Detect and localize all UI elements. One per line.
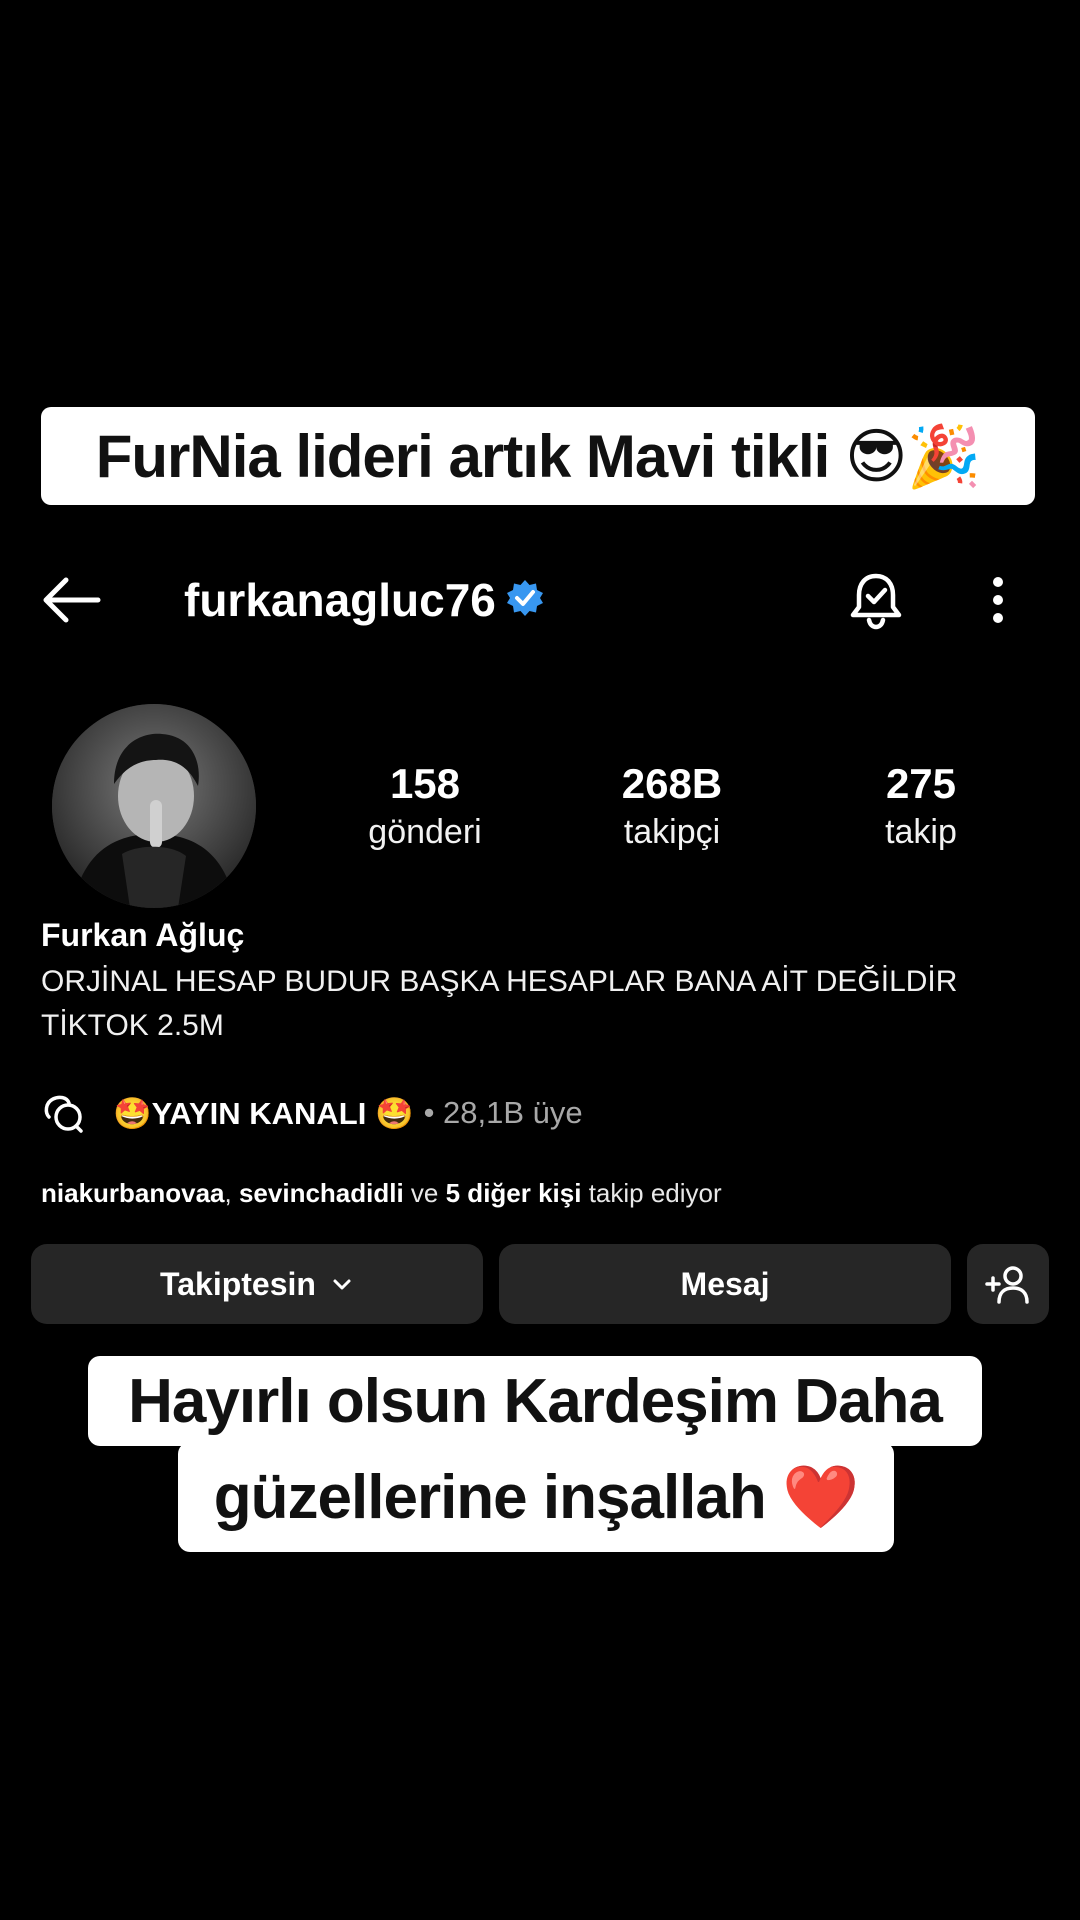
following-button[interactable]: Takiptesin: [31, 1244, 483, 1324]
add-person-icon: [985, 1266, 1029, 1304]
followed-by-suffix: takip ediyor: [581, 1178, 722, 1208]
caption-top: FurNia lideri artık Mavi tikli 😎🎉: [41, 407, 1035, 505]
bio-line: ORJİNAL HESAP BUDUR BAŞKA HESAPLAR BANA …: [41, 965, 958, 998]
stat-posts[interactable]: 158 gönderi: [315, 758, 535, 854]
followed-by-user[interactable]: niakurbanovaa: [41, 1178, 225, 1208]
bio: ORJİNAL HESAP BUDUR BAŞKA HESAPLAR BANA …: [41, 960, 957, 1048]
stat-following[interactable]: 275 takip: [811, 758, 1031, 854]
followed-by-separator: ,: [224, 1178, 239, 1208]
full-name: Furkan Ağluç: [41, 917, 245, 953]
back-arrow-icon[interactable]: [38, 572, 104, 628]
bell-icon[interactable]: [846, 570, 906, 630]
followed-by-user[interactable]: sevinchadidli: [239, 1178, 404, 1208]
followed-by-others[interactable]: 5 diğer kişi: [446, 1178, 582, 1208]
following-button-label: Takiptesin: [160, 1265, 316, 1302]
suggest-people-button[interactable]: [967, 1244, 1049, 1324]
caption-bottom-line1: Hayırlı olsun Kardeşim Daha: [88, 1356, 982, 1446]
channel-chat-icon: [44, 1095, 83, 1133]
avatar[interactable]: [52, 704, 256, 908]
message-button[interactable]: Mesaj: [499, 1244, 951, 1324]
followed-by[interactable]: niakurbanovaa, sevinchadidli ve 5 diğer …: [41, 1178, 722, 1209]
caption-bottom-text: Hayırlı olsun Kardeşim Daha: [128, 1366, 943, 1436]
broadcast-channel[interactable]: 🤩YAYIN KANALI 🤩 • 28,1B üye: [41, 1088, 583, 1138]
more-vertical-icon[interactable]: [978, 572, 1018, 628]
stat-following-value: 275: [885, 760, 957, 807]
caption-bottom-line2: güzellerine inşallah ❤️: [178, 1442, 894, 1552]
avatar-photo: [52, 704, 256, 908]
stat-posts-label: gönderi: [368, 813, 482, 851]
stat-followers-label: takipçi: [623, 813, 721, 851]
channel-members: • 28,1B üye: [423, 1095, 583, 1130]
message-button-label: Mesaj: [680, 1265, 770, 1302]
stat-posts-value: 158: [389, 760, 461, 807]
chevron-down-icon: [333, 1279, 351, 1290]
verified-badge-icon: [507, 580, 543, 616]
caption-bottom-text: güzellerine inşallah ❤️: [213, 1462, 859, 1532]
username: furkanagluc76: [184, 574, 496, 626]
channel-name: 🤩YAYIN KANALI 🤩: [113, 1095, 414, 1131]
caption-top-text: FurNia lideri artık Mavi tikli 😎🎉: [95, 422, 981, 490]
stat-following-label: takip: [885, 813, 957, 851]
profile-header: furkanagluc76: [0, 560, 1080, 640]
bio-line: TİKTOK 2.5M: [41, 1009, 224, 1042]
stat-followers[interactable]: 268B takipçi: [562, 758, 782, 854]
stat-followers-value: 268B: [621, 760, 723, 807]
followed-by-conjunction: ve: [403, 1178, 446, 1208]
